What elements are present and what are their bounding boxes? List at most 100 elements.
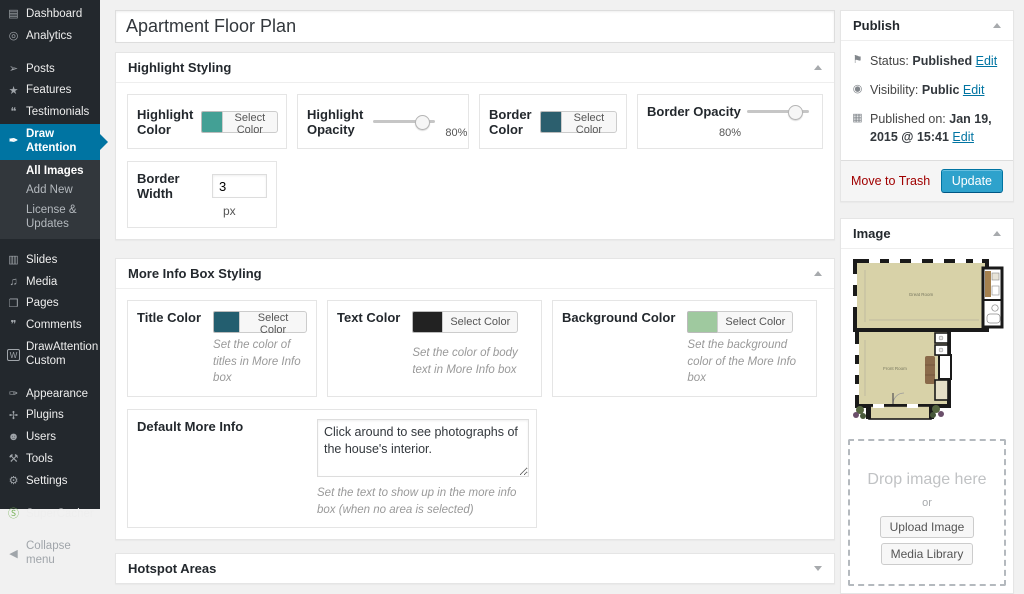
field-label: Text Color [337, 310, 400, 325]
highlight-color-swatch[interactable] [201, 111, 221, 133]
sidebar-item-settings[interactable]: ⚙ Settings [0, 471, 100, 493]
status-row: ⚑ Status: Published Edit [841, 47, 1013, 76]
sidebar-item-tools[interactable]: ⚒ Tools [0, 449, 100, 471]
border-width-input[interactable] [212, 174, 267, 198]
border-opacity-field: Border Opacity 80% [637, 94, 823, 149]
sidebar-item-label: Users [26, 431, 56, 445]
field-help-text: Set the color of body text in More Info … [412, 345, 532, 378]
sidebar-item-slides[interactable]: ▥ Slides [0, 250, 100, 272]
published-date-row: ▦ Published on: Jan 19, 2015 @ 15:41 Edi… [841, 105, 1013, 153]
move-to-trash-link[interactable]: Move to Trash [851, 174, 930, 188]
sidebar-item-label: Tools [26, 453, 53, 467]
star-icon: ★ [7, 85, 20, 98]
select-color-button[interactable]: Select Color [222, 111, 278, 133]
sidebar-item-label: DrawAttention Custom [26, 341, 98, 369]
sidebar-item-comments[interactable]: ❞ Comments [0, 315, 100, 337]
sidebar-item-plugins[interactable]: ✢ Plugins [0, 405, 100, 427]
sidebar-item-appearance[interactable]: ✑ Appearance [0, 384, 100, 406]
hotspot-areas-metabox: Hotspot Areas [115, 553, 835, 584]
editor-main-column: Highlight Styling Highlight Color Select… [115, 10, 835, 584]
sidebar-item-pages[interactable]: ❐ Pages [0, 293, 100, 315]
select-color-button[interactable]: Select Color [561, 111, 617, 133]
sidebar-item-media[interactable]: ♫ Media [0, 272, 100, 294]
image-header[interactable]: Image [841, 219, 1013, 249]
color-picker-control: Select Color [412, 310, 532, 334]
sidebar-item-features[interactable]: ★ Features [0, 80, 100, 102]
analytics-icon: ◎ [7, 30, 20, 43]
status-pin-icon: ⚑ [851, 52, 864, 71]
color-picker-control: Select Color [540, 110, 617, 134]
sidebar-item-draw-attention[interactable]: ✒ Draw Attention [0, 124, 100, 160]
highlight-color-field: Highlight Color Select Color [127, 94, 287, 149]
opacity-value: 80% [445, 127, 467, 139]
sidebar-item-testimonials[interactable]: ❝ Testimonials [0, 102, 100, 124]
border-opacity-slider[interactable] [747, 110, 809, 113]
comment-bubble-icon: ❞ [7, 319, 20, 332]
sidebar-item-label: Draw Attention [26, 128, 93, 156]
sidebar-item-label: Posts [26, 63, 55, 77]
media-library-button[interactable]: Media Library [881, 543, 974, 565]
sidebar-item-label: Comments [26, 319, 82, 333]
select-color-button[interactable]: Select Color [717, 311, 793, 333]
edit-date-link[interactable]: Edit [952, 130, 974, 144]
sidebar-item-label: Slides [26, 254, 57, 268]
editor-side-column: Publish ⚑ Status: Published Edit ◉ Visib… [840, 10, 1014, 594]
upload-image-button[interactable]: Upload Image [880, 516, 975, 538]
collapse-down-icon [814, 566, 822, 575]
sidebar-item-label: Collapse menu [26, 540, 93, 568]
sidebar-item-analytics[interactable]: ◎ Analytics [0, 26, 100, 48]
media-icon: ♫ [7, 276, 20, 289]
quote-icon: ❝ [7, 106, 20, 119]
edit-visibility-link[interactable]: Edit [963, 83, 985, 97]
text-color-swatch[interactable] [412, 311, 442, 333]
background-color-field: Background Color Select Color Set the ba… [552, 300, 817, 397]
hotspot-areas-header[interactable]: Hotspot Areas [116, 554, 834, 583]
select-color-button[interactable]: Select Color [239, 311, 307, 333]
settings-gear-icon: ⚙ [7, 475, 20, 488]
highlight-opacity-slider[interactable] [373, 120, 435, 123]
sidebar-item-supercacher[interactable]: Ⓢ SuperCacher [0, 504, 100, 526]
more-info-styling-header[interactable]: More Info Box Styling [116, 259, 834, 289]
admin-sidebar: ▤ Dashboard ◎ Analytics ➢ Posts ★ Featur… [0, 0, 100, 509]
field-label: Default More Info [137, 419, 307, 518]
sidebar-item-users[interactable]: ☻ Users [0, 427, 100, 449]
calendar-icon: ▦ [851, 110, 864, 148]
sidebar-item-label: Settings [26, 475, 68, 489]
title-color-swatch[interactable] [213, 311, 239, 333]
sidebar-item-posts[interactable]: ➢ Posts [0, 59, 100, 81]
update-button[interactable]: Update [941, 169, 1003, 193]
image-dropzone[interactable]: Drop image here or Upload Image Media Li… [848, 439, 1006, 586]
sidebar-item-collapse-menu[interactable]: ◀ Collapse menu [0, 536, 100, 572]
sidebar-item-dashboard[interactable]: ▤ Dashboard [0, 4, 100, 26]
default-more-info-textarea[interactable]: Click around to see photographs of the h… [317, 419, 529, 477]
submenu-item-all-images[interactable]: All Images [0, 162, 100, 182]
submenu-item-license-updates[interactable]: License & Updates [0, 201, 100, 235]
slider-handle[interactable] [788, 105, 803, 120]
sidebar-item-label: Plugins [26, 409, 64, 423]
field-label: Border Color [489, 107, 532, 137]
pushpin-icon: ➢ [7, 63, 20, 76]
sidebar-item-drawattention-custom[interactable]: W DrawAttention Custom [0, 337, 100, 373]
pen-icon: ✒ [7, 135, 20, 148]
post-title-input[interactable] [115, 10, 835, 43]
border-color-swatch[interactable] [540, 111, 560, 133]
eye-icon: ◉ [851, 81, 864, 100]
user-icon: ☻ [7, 431, 20, 444]
select-color-button[interactable]: Select Color [442, 311, 518, 333]
slides-icon: ▥ [7, 254, 20, 267]
highlight-styling-header[interactable]: Highlight Styling [116, 53, 834, 83]
opacity-value: 80% [647, 127, 813, 139]
field-label: Border Opacity [647, 104, 741, 119]
sidebar-item-label: Pages [26, 297, 59, 311]
publish-header[interactable]: Publish [841, 11, 1013, 41]
submenu-item-add-new[interactable]: Add New [0, 181, 100, 201]
sidebar-item-label: SuperCacher [26, 508, 94, 522]
edit-status-link[interactable]: Edit [976, 54, 998, 68]
highlight-styling-metabox: Highlight Styling Highlight Color Select… [115, 52, 835, 240]
collapse-up-icon [814, 61, 822, 70]
field-label: Highlight Opacity [307, 107, 363, 137]
field-help-text: Set the text to show up in the more info… [317, 485, 529, 518]
background-color-swatch[interactable] [687, 311, 717, 333]
slider-handle[interactable] [415, 115, 430, 130]
border-color-field: Border Color Select Color [479, 94, 627, 149]
